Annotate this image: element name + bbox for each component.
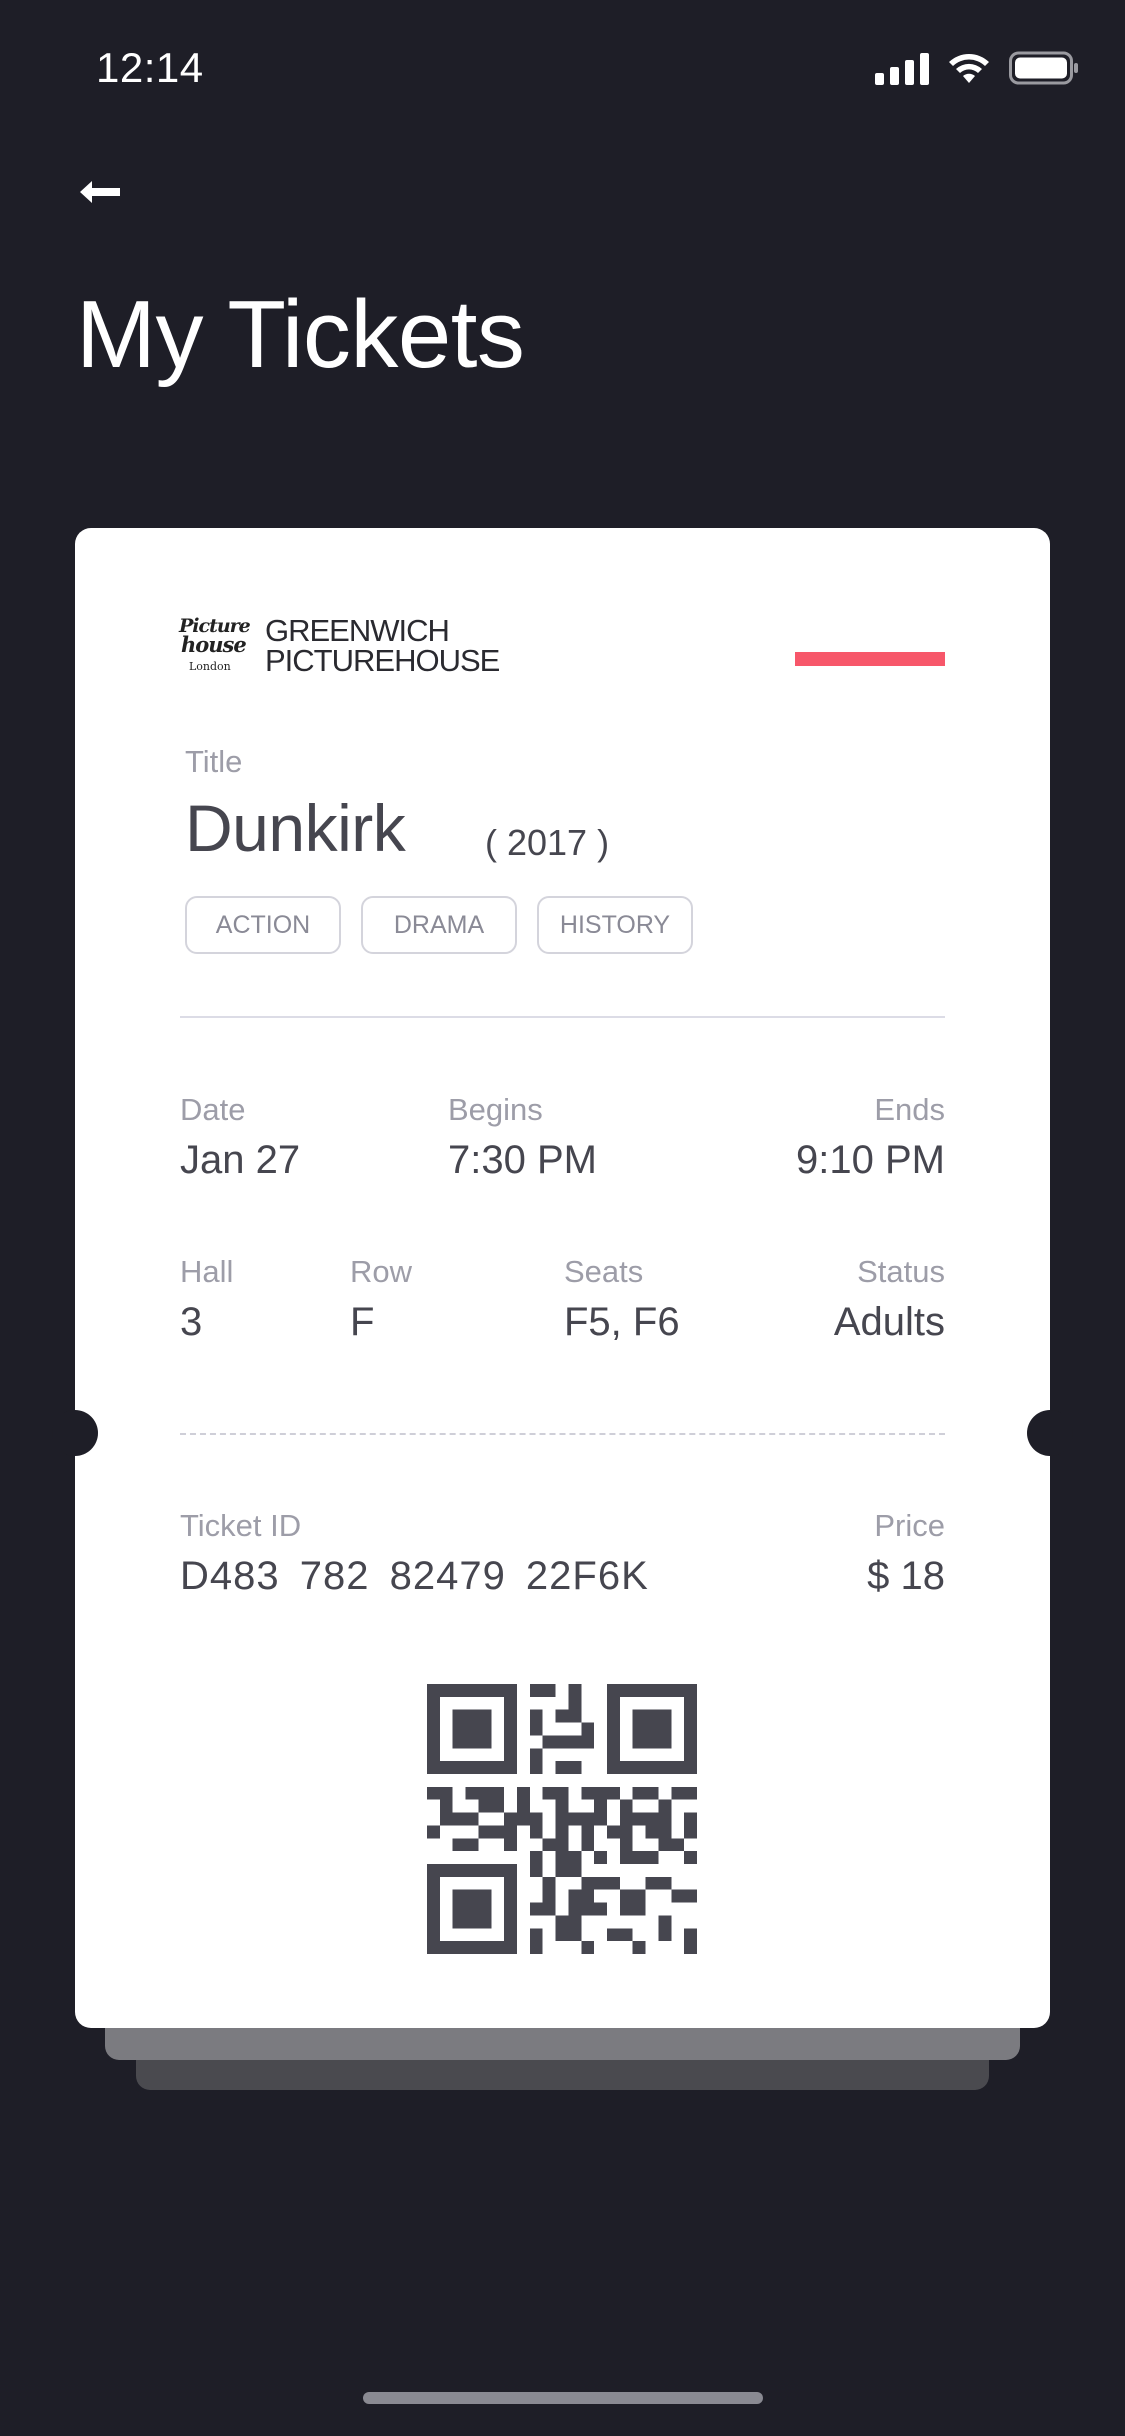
ends-value: 9:10 PM <box>796 1138 945 1182</box>
row-value: F <box>350 1300 375 1344</box>
home-indicator[interactable] <box>363 2392 763 2404</box>
date-value: Jan 27 <box>180 1138 301 1182</box>
ends-label: Ends <box>874 1092 945 1127</box>
movie-year: ( 2017 ) <box>485 822 610 863</box>
genre-tags: ACTION DRAMA HISTORY <box>185 896 693 954</box>
cellular-signal-icon <box>875 51 929 85</box>
title-label: Title <box>185 744 243 779</box>
qr-code-icon <box>427 1684 697 1954</box>
back-button[interactable] <box>70 170 130 214</box>
row-label: Row <box>350 1254 413 1289</box>
seats-label: Seats <box>564 1254 644 1289</box>
ticket-card[interactable]: Picture house London GREENWICH PICTUREHO… <box>75 528 1050 2028</box>
begins-value: 7:30 PM <box>448 1138 597 1182</box>
picturehouse-logo-icon: Picture house London <box>179 615 251 673</box>
cinema-name-line2: PICTUREHOUSE <box>265 643 500 678</box>
arrow-left-icon <box>80 181 120 203</box>
cinema-logo: Picture house London GREENWICH PICTUREHO… <box>179 613 500 678</box>
ticket-notch-right <box>1027 1410 1073 1456</box>
hall-label: Hall <box>180 1254 234 1289</box>
genre-tag-drama[interactable]: DRAMA <box>361 896 517 954</box>
genre-tag-history[interactable]: HISTORY <box>537 896 693 954</box>
perforation-line <box>180 1433 945 1435</box>
date-label: Date <box>180 1092 246 1127</box>
battery-icon <box>1009 51 1079 85</box>
ticket-id-value: D483 782 82479 22F6K <box>180 1554 649 1598</box>
cinema-name: GREENWICH PICTUREHOUSE <box>265 613 500 678</box>
movie-title: Dunkirk <box>185 791 406 865</box>
status-label: Status <box>857 1254 945 1289</box>
ticket-notch-left <box>52 1410 98 1456</box>
status-icons <box>875 48 1079 88</box>
ticket-id-label: Ticket ID <box>180 1508 302 1543</box>
genre-tag-action[interactable]: ACTION <box>185 896 341 954</box>
accent-bar <box>795 652 945 666</box>
divider <box>180 1016 945 1018</box>
status-value: Adults <box>833 1300 945 1344</box>
status-time: 12:14 <box>96 44 204 91</box>
status-bar: 12:14 <box>0 0 1125 140</box>
seats-value: F5, F6 <box>564 1300 680 1344</box>
cinema-name-line1: GREENWICH <box>265 613 450 648</box>
price-value: $ 18 <box>867 1554 945 1598</box>
begins-label: Begins <box>448 1092 543 1127</box>
price-label: Price <box>874 1508 945 1543</box>
hall-value: 3 <box>180 1300 203 1344</box>
page-title: My Tickets <box>76 281 525 388</box>
wifi-icon <box>947 51 991 85</box>
